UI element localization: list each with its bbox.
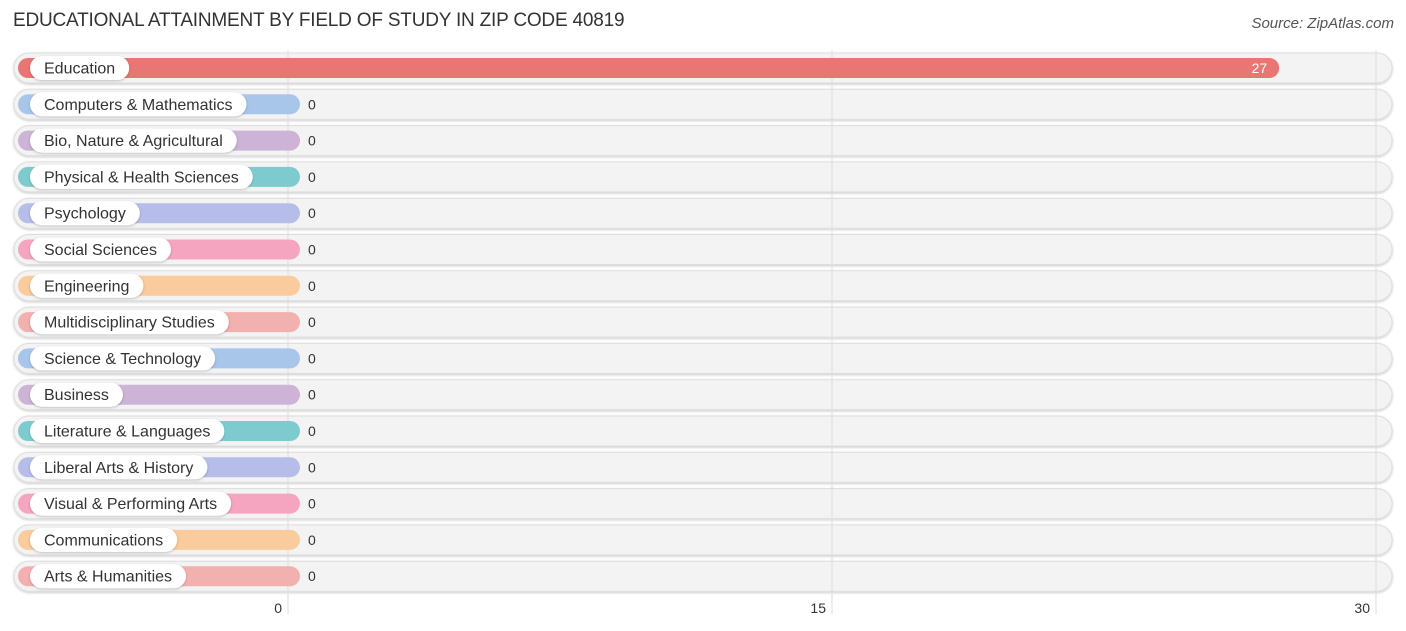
x-tick-label: 0 <box>274 600 282 616</box>
value-label: 0 <box>308 459 316 475</box>
value-label: 0 <box>308 242 316 258</box>
category-label: Multidisciplinary Studies <box>44 315 215 332</box>
value-label: 0 <box>308 278 316 294</box>
category-label: Physical & Health Sciences <box>44 169 239 186</box>
category-label: Computers & Mathematics <box>44 97 233 114</box>
value-label: 0 <box>308 205 316 221</box>
category-label: Engineering <box>44 278 129 295</box>
category-label: Science & Technology <box>44 351 201 368</box>
value-label: 27 <box>1252 60 1268 76</box>
value-label: 0 <box>308 496 316 512</box>
value-label: 0 <box>308 133 316 149</box>
x-tick-label: 30 <box>1354 600 1370 616</box>
category-label: Liberal Arts & History <box>44 460 193 477</box>
value-label: 0 <box>308 387 316 403</box>
category-label: Bio, Nature & Agricultural <box>44 133 223 150</box>
category-label: Education <box>44 61 115 78</box>
bar[interactable] <box>18 58 1280 78</box>
category-label: Social Sciences <box>44 242 157 259</box>
bar-chart: Education 27 Computers & Mathematics 0 Bio, … <box>13 50 1393 616</box>
value-label: 0 <box>308 169 316 185</box>
category-label: Communications <box>44 532 163 549</box>
x-tick-label: 15 <box>810 600 826 616</box>
value-label: 0 <box>308 96 316 112</box>
value-label: 0 <box>308 532 316 548</box>
value-label: 0 <box>308 314 316 330</box>
category-label: Arts & Humanities <box>44 569 172 586</box>
category-label: Psychology <box>44 206 126 223</box>
category-label: Literature & Languages <box>44 424 210 441</box>
value-label: 0 <box>308 423 316 439</box>
category-label: Business <box>44 387 109 404</box>
value-label: 0 <box>308 350 316 366</box>
value-label: 0 <box>308 568 316 584</box>
category-label: Visual & Performing Arts <box>44 496 217 513</box>
